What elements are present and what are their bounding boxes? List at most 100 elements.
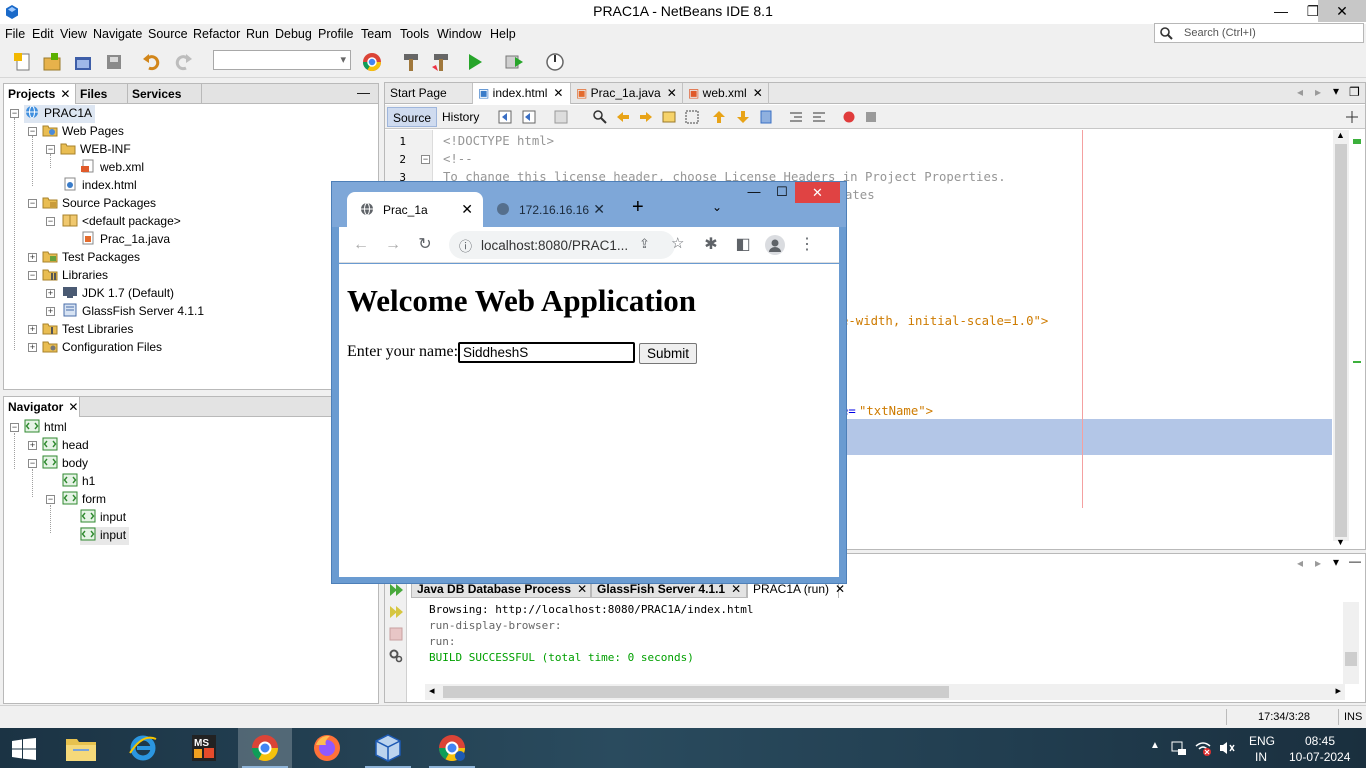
close-icon[interactable]: ✕ (60, 87, 70, 101)
show-hidden-icons-icon[interactable]: ▲ (1150, 740, 1160, 751)
tab-navigator[interactable]: Navigator ✕ (4, 397, 80, 417)
extensions-puzzle-icon[interactable]: ✱ (701, 235, 721, 255)
tree-item-web-xml[interactable]: web.xml (80, 159, 144, 177)
collapse-toggle[interactable]: − (10, 109, 19, 118)
taskbar-firefox[interactable] (300, 728, 354, 768)
toggle-highlight-icon[interactable] (661, 109, 677, 125)
submit-button[interactable]: Submit (639, 343, 697, 364)
taskbar-chrome-1[interactable] (238, 728, 292, 768)
split-editor-icon[interactable] (1344, 109, 1360, 125)
side-panel-icon[interactable]: ◧ (733, 235, 753, 255)
collapse-toggle[interactable]: − (10, 423, 19, 432)
new-file-icon[interactable] (12, 51, 34, 73)
chrome-browser-icon[interactable] (361, 51, 383, 73)
collapse-toggle[interactable]: − (28, 199, 37, 208)
toggle-bookmark-icon[interactable] (758, 109, 774, 125)
shift-left-icon[interactable] (788, 109, 804, 125)
close-icon[interactable]: ✕ (731, 582, 741, 596)
reload-icon[interactable]: ↻ (415, 235, 435, 255)
history-view-button[interactable]: History (437, 107, 484, 127)
taskbar-ms-office-tool[interactable]: MS (177, 728, 231, 768)
debug-icon[interactable] (503, 51, 525, 73)
scrollbar-thumb[interactable] (1345, 652, 1357, 666)
stop-icon[interactable] (388, 626, 404, 642)
shift-right-icon[interactable] (811, 109, 827, 125)
output-horizontal-scrollbar[interactable]: ◂ ▸ (425, 684, 1345, 700)
new-tab-button[interactable]: + (632, 196, 644, 219)
expand-toggle[interactable]: + (28, 253, 37, 262)
tab-web-xml[interactable]: ▣ web.xml ✕ (683, 83, 769, 104)
nav-item-body[interactable]: body (42, 455, 88, 473)
back-icon[interactable] (521, 109, 537, 125)
code-input-value-tail[interactable]: "txtName"> (859, 404, 933, 418)
scrollbar-thumb[interactable] (1335, 144, 1347, 537)
find-icon[interactable] (592, 109, 608, 125)
menu-view[interactable]: View (60, 27, 87, 41)
tab-list-icon[interactable]: ▾ (1333, 555, 1339, 569)
tree-item-test-libraries[interactable]: Test Libraries (42, 321, 133, 339)
menu-kebab-icon[interactable]: ⋮ (797, 235, 817, 255)
scroll-down-icon[interactable]: ▼ (1336, 537, 1345, 547)
nav-item-input-selected[interactable]: input (80, 527, 130, 545)
tab-scroll-left-icon[interactable]: ◂ (1297, 556, 1303, 570)
nav-item-form[interactable]: form (62, 491, 106, 509)
minimize-panel-button[interactable]: — (1349, 554, 1361, 568)
new-project-icon[interactable] (41, 51, 63, 73)
expand-toggle[interactable]: + (28, 325, 37, 334)
code-line-4-tail[interactable]: ates (845, 188, 875, 202)
close-icon[interactable]: ✕ (553, 86, 563, 100)
wifi-disconnected-icon[interactable] (1194, 740, 1212, 756)
rerun-with-params-icon[interactable] (388, 604, 404, 620)
close-icon[interactable]: ✕ (667, 86, 677, 100)
menu-refactor[interactable]: Refactor (193, 27, 240, 41)
menu-edit[interactable]: Edit (32, 27, 54, 41)
configuration-combo[interactable] (213, 50, 351, 70)
profile-avatar-icon[interactable] (765, 235, 785, 255)
menu-team[interactable]: Team (361, 27, 392, 41)
find-next-icon[interactable] (638, 109, 654, 125)
tree-item-web-pages[interactable]: Web Pages (42, 123, 124, 141)
tab-scroll-left-icon[interactable]: ◂ (1297, 85, 1303, 99)
output-vertical-scrollbar[interactable] (1343, 602, 1359, 684)
windows-start-icon[interactable] (12, 738, 36, 760)
tree-item-index-html[interactable]: index.html (62, 177, 137, 195)
menu-navigate[interactable]: Navigate (93, 27, 142, 41)
input-language[interactable]: ENG (1249, 734, 1275, 748)
close-tab-icon[interactable]: ✕ (461, 201, 473, 218)
build-hammer-icon[interactable] (400, 51, 422, 73)
fold-toggle[interactable]: − (421, 155, 430, 164)
browser-maximize-button[interactable]: ☐ (768, 184, 796, 200)
tab-prac-1a-java[interactable]: ▣ Prac_1a.java ✕ (571, 83, 683, 104)
tab-list-icon[interactable]: ▾ (1333, 84, 1339, 98)
save-all-icon[interactable] (103, 51, 125, 73)
close-tab-icon[interactable]: ✕ (593, 201, 605, 218)
close-icon[interactable]: ✕ (577, 582, 587, 596)
rectangular-selection-icon[interactable] (684, 109, 700, 125)
nav-item-html[interactable]: html (24, 419, 67, 437)
search-input[interactable]: Search (Ctrl+I) (1154, 23, 1364, 43)
collapse-toggle[interactable]: − (46, 217, 55, 226)
browser-tab-ip[interactable]: 172.16.16.16 ✕ (483, 192, 615, 227)
settings-icon[interactable] (388, 648, 404, 664)
taskbar-internet-explorer[interactable] (116, 728, 170, 768)
editor-vertical-scrollbar[interactable]: ▲ ▼ (1333, 130, 1349, 547)
open-project-icon[interactable] (72, 51, 94, 73)
expand-toggle[interactable]: + (28, 343, 37, 352)
nav-item-head[interactable]: head (42, 437, 89, 455)
taskbar-file-explorer[interactable] (54, 728, 108, 768)
stop-macro-recording-icon[interactable] (863, 109, 879, 125)
expand-toggle[interactable]: + (46, 307, 55, 316)
find-previous-icon[interactable] (615, 109, 631, 125)
tab-services[interactable]: Services (128, 84, 202, 104)
nav-item-input[interactable]: input (80, 509, 126, 527)
taskbar-chrome-2[interactable] (425, 728, 479, 768)
clean-build-icon[interactable] (430, 51, 452, 73)
close-button[interactable]: ✕ (1318, 0, 1366, 22)
tab-scroll-right-icon[interactable]: ▸ (1315, 85, 1321, 99)
address-bar[interactable]: ⓘ localhost:8080/PRAC1... ⇪ ☆ (449, 231, 684, 259)
expand-toggle[interactable]: + (46, 289, 55, 298)
menu-debug[interactable]: Debug (275, 27, 312, 41)
network-icon[interactable] (1170, 740, 1188, 756)
redo-icon[interactable] (172, 51, 194, 73)
tab-projects[interactable]: Projects ✕ (4, 84, 76, 104)
